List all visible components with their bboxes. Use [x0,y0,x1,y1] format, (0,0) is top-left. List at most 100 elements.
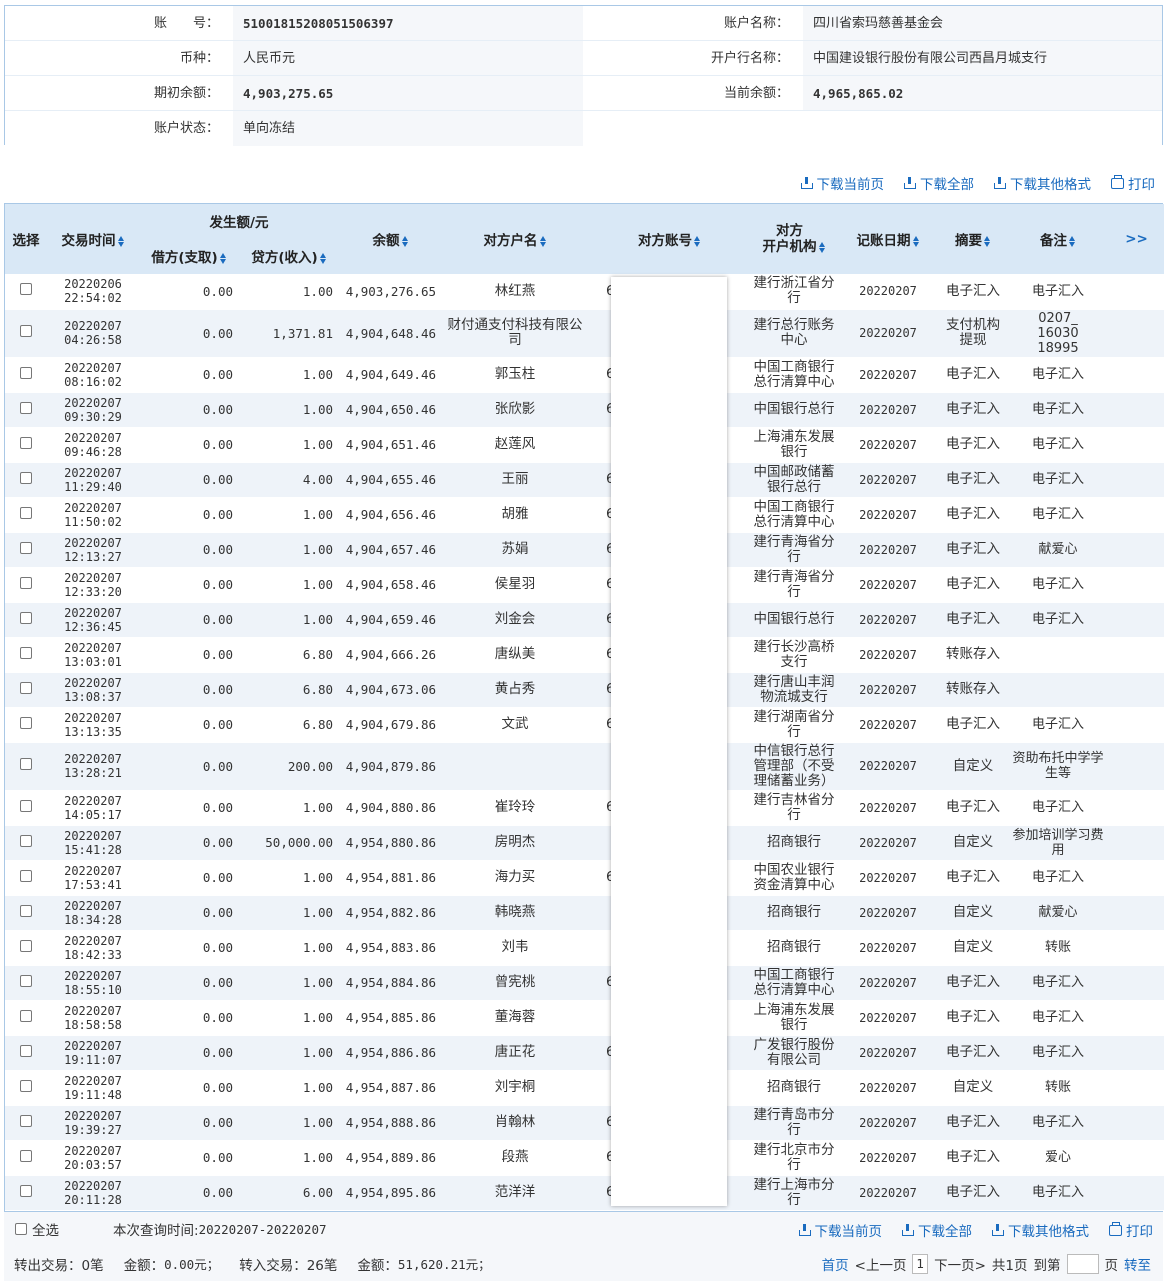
print-link[interactable]: 打印 [1109,1220,1153,1240]
summary-cell: 自定义 [939,825,1007,861]
account-info-panel: 账 号： 51001815208051506397 账户名称： 四川省索玛慈善基… [4,5,1163,146]
credit-cell: 6.80 [239,672,339,708]
row-select-cell [5,357,47,393]
download-page-link[interactable]: 下载当前页 [800,173,884,193]
txn-time: 18:34:28 [64,912,122,927]
download-other-link[interactable]: 下载其他格式 [994,173,1091,193]
download-page-link[interactable]: 下载当前页 [798,1220,882,1240]
download-all-link[interactable]: 下载全部 [902,1220,972,1240]
balance-cell: 4,954,884.86 [339,965,442,1001]
txn-time-cell: 20220207 20:03:57 [47,1140,139,1176]
txn-date: 20220207 [64,1143,122,1158]
row-checkbox[interactable] [20,283,32,296]
empty-cell [1109,1140,1164,1176]
row-checkbox[interactable] [20,366,32,379]
row-checkbox[interactable] [20,506,32,519]
summary-cell: 电子汇入 [939,707,1007,743]
pager: 首页 <上一页 1 下一页> 共1页 到第 页 转至 [822,1253,1151,1274]
credit-cell: 1.00 [239,965,339,1001]
row-checkbox[interactable] [20,834,32,847]
row-checkbox[interactable] [20,869,32,882]
credit-cell: 1.00 [239,427,339,463]
col-debit[interactable]: 借方(支取) [139,238,239,274]
payee-bank-cell: 招商银行 [751,895,837,931]
row-checkbox[interactable] [20,974,32,987]
row-checkbox[interactable] [20,1114,32,1127]
empty-cell [1109,1175,1164,1211]
row-checkbox[interactable] [20,939,32,952]
txn-date: 20220207 [64,640,122,655]
row-checkbox[interactable] [20,646,32,659]
next-page-link[interactable]: 下一页> [934,1254,986,1274]
row-checkbox[interactable] [20,541,32,554]
payee-bank-cell: 建行湖南省分行 [751,707,837,743]
payee-name-cell: 黄占秀 [442,672,588,708]
post-date-cell: 20220207 [837,790,939,826]
credit-cell: 1.00 [239,1105,339,1141]
col-post-date[interactable]: 记账日期 [837,204,939,274]
col-time[interactable]: 交易时间 [47,204,139,274]
row-checkbox[interactable] [20,1044,32,1057]
prev-page-link[interactable]: <上一页 [855,1254,907,1274]
col-summary-label: 摘要 [955,233,982,249]
credit-cell: 1.00 [239,1000,339,1036]
download-icon [992,1224,1004,1236]
row-checkbox[interactable] [20,401,32,414]
credit-cell: 1.00 [239,790,339,826]
post-date-cell: 20220207 [837,427,939,463]
payee-name-cell: 韩晓燕 [442,895,588,931]
col-credit[interactable]: 贷方(收入) [239,238,339,274]
col-payee-account-label: 对方账号 [638,233,692,249]
print-link[interactable]: 打印 [1111,173,1155,193]
row-checkbox[interactable] [20,611,32,624]
credit-cell: 200.00 [239,742,339,791]
row-checkbox[interactable] [20,716,32,729]
download-other-link[interactable]: 下载其他格式 [992,1220,1089,1240]
debit-cell: 0.00 [139,790,239,826]
col-payee-bank[interactable]: 对方 开户机构 [751,204,837,274]
col-remark[interactable]: 备注 [1007,204,1109,274]
credit-cell: 6.80 [239,707,339,743]
txn-date: 20220207 [64,675,122,690]
row-checkbox[interactable] [20,799,32,812]
download-all-link[interactable]: 下载全部 [904,173,974,193]
printer-icon [1111,174,1124,189]
balance-cell: 4,954,880.86 [339,825,442,861]
col-payee-name[interactable]: 对方户名 [442,204,588,274]
post-date-cell: 20220207 [837,637,939,673]
row-checkbox[interactable] [20,1149,32,1162]
payee-bank-cell: 建行北京市分行 [751,1140,837,1176]
row-checkbox[interactable] [20,1079,32,1092]
row-checkbox[interactable] [20,758,32,770]
empty-cell [1109,637,1164,673]
table-row: 2022020719:39:270.001.004,954,888.86肖翰林6… [5,1105,1164,1141]
row-checkbox[interactable] [20,436,32,449]
txn-time: 22:54:02 [64,291,122,306]
col-balance[interactable]: 余额 [339,204,442,274]
row-checkbox[interactable] [20,325,32,337]
credit-cell: 1.00 [239,357,339,393]
balance-cell: 4,904,655.46 [339,462,442,498]
col-payee-account[interactable]: 对方账号 [588,204,751,274]
row-checkbox[interactable] [20,471,32,484]
expand-columns-button[interactable]: >> [1109,204,1164,274]
row-checkbox[interactable] [20,576,32,589]
row-checkbox[interactable] [20,1009,32,1022]
credit-cell: 1.00 [239,1070,339,1106]
sort-icon [539,235,547,247]
go-button[interactable]: 转至 [1124,1254,1151,1274]
debit-cell: 0.00 [139,707,239,743]
col-summary[interactable]: 摘要 [939,204,1007,274]
remark-cell: 电子汇入 [1007,1175,1109,1211]
payee-bank-cell: 建行上海市分行 [751,1175,837,1211]
table-row: 20220207 19:11:48 0.00 1.00 4,954,887.86 刘宇桐招… [5,1070,1164,1106]
debit-cell: 0.00 [139,392,239,428]
row-checkbox[interactable] [20,904,32,917]
goto-page-input[interactable] [1066,1253,1099,1274]
first-page-link[interactable]: 首页 [822,1254,849,1274]
row-checkbox[interactable] [20,1184,32,1197]
balance-cell: 4,904,679.86 [339,707,442,743]
row-checkbox[interactable] [20,681,32,694]
select-all-checkbox[interactable] [15,1223,27,1235]
account-name-label: 账户名称： [583,6,803,40]
